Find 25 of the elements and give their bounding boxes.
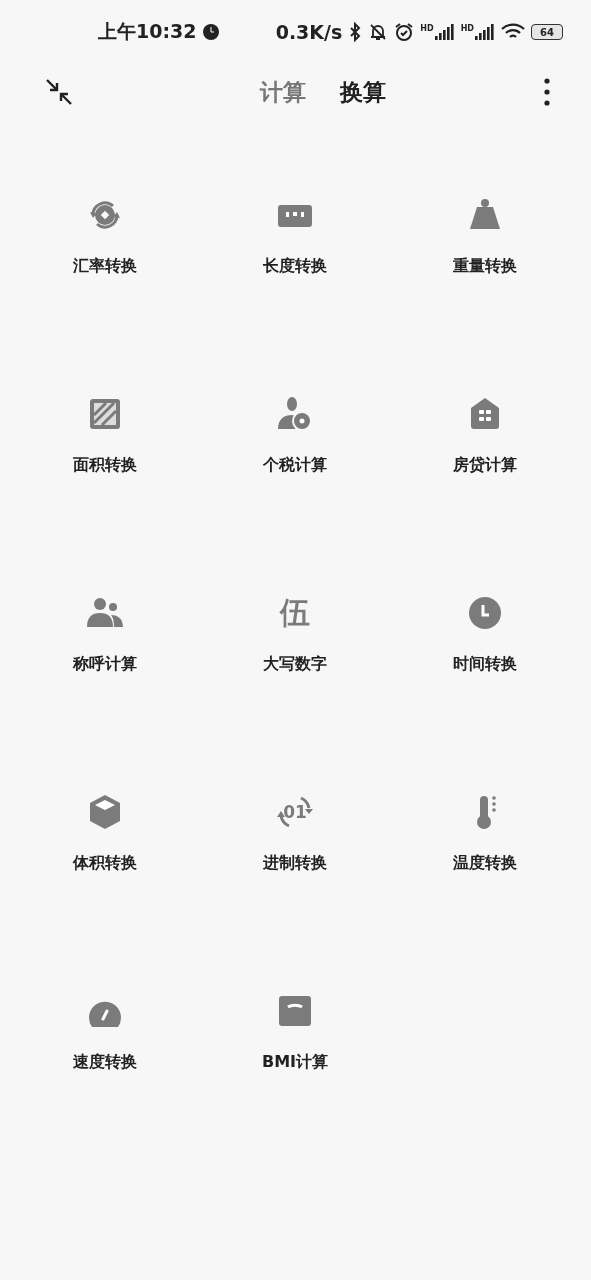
tool-button[interactable]: 温度转换 <box>453 792 517 872</box>
character-icon: 伍 <box>280 593 310 633</box>
tool-button[interactable]: 01 进制转换 <box>263 792 327 872</box>
more-menu-icon[interactable] <box>543 77 551 107</box>
tool-button[interactable]: 房贷计算 <box>453 394 517 474</box>
tool-button[interactable]: 汇率转换 <box>73 195 137 275</box>
tool-button[interactable]: 体积转换 <box>73 792 137 872</box>
collapse-icon[interactable] <box>44 77 74 107</box>
tab[interactable]: 计算 <box>259 76 306 108</box>
status-time: 上午10:32 <box>98 19 197 44</box>
alarm-icon <box>394 22 415 42</box>
tool-button[interactable]: 重量转换 <box>453 195 517 275</box>
battery-indicator: 64 <box>531 24 563 40</box>
clock-icon <box>202 23 221 41</box>
bluetooth-icon <box>348 22 363 42</box>
tab[interactable]: 换算 <box>339 76 386 108</box>
tool-button[interactable]: 面积转换 <box>73 394 137 474</box>
tool-button[interactable]: 称呼计算 <box>73 593 137 673</box>
network-speed: 0.3K/s <box>275 21 343 43</box>
tool-button[interactable]: 长度转换 <box>263 195 327 275</box>
tool-button[interactable]: BMI计算 <box>261 991 329 1071</box>
tool-button[interactable]: 速度转换 <box>73 991 137 1071</box>
tool-button[interactable]: 伍 大写数字 <box>263 593 327 673</box>
tool-button[interactable]: 时间转换 <box>453 593 517 673</box>
tool-button[interactable]: 个税计算 <box>263 394 327 474</box>
